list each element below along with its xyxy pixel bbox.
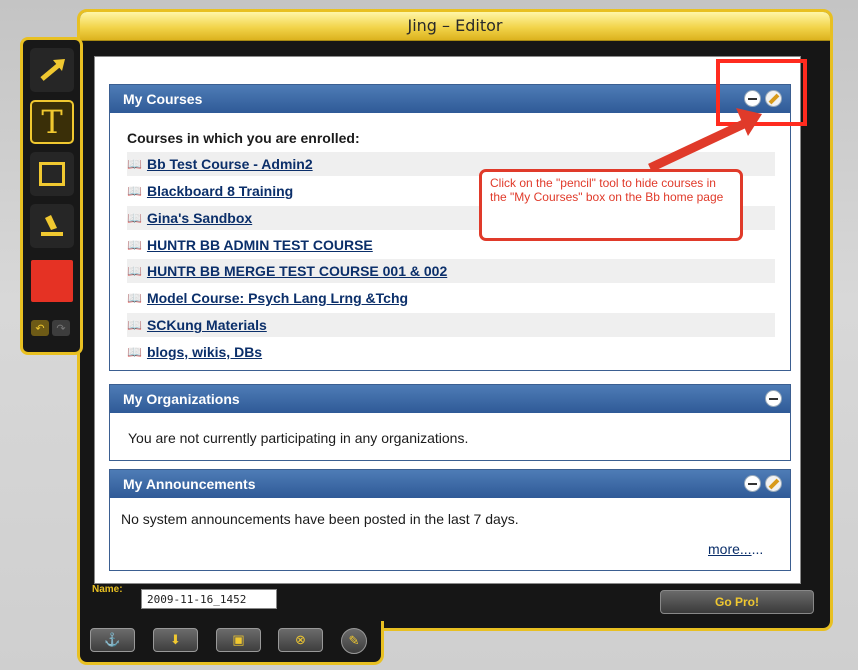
course-item[interactable]: 📖 HUNTR BB MERGE TEST COURSE 001 & 002 xyxy=(127,259,775,283)
copy-icon: ▣ xyxy=(232,632,245,647)
course-item[interactable]: 📖 Model Course: Psych Lang Lrng &Tchg xyxy=(127,286,775,310)
module-title: My Organizations xyxy=(123,391,240,407)
undo-icon[interactable]: ↶ xyxy=(31,320,49,336)
book-icon: 📖 xyxy=(127,345,142,359)
courses-subtitle: Courses in which you are enrolled: xyxy=(127,130,360,146)
course-link[interactable]: Blackboard 8 Training xyxy=(147,183,293,199)
organizations-message: You are not currently participating in a… xyxy=(128,430,469,446)
wrench-icon: ✎ xyxy=(348,633,360,648)
highlighter-icon xyxy=(41,215,63,236)
my-organizations-module: My Organizations xyxy=(109,384,791,461)
arrow-tool-button[interactable] xyxy=(30,48,74,92)
rectangle-icon xyxy=(39,162,65,186)
cancel-button[interactable]: ⊗ xyxy=(278,628,323,652)
pencil-icon[interactable] xyxy=(765,475,782,492)
title-bar[interactable]: Jing – Editor xyxy=(80,12,830,41)
share-button[interactable]: ⚓ xyxy=(90,628,135,652)
book-icon: 📖 xyxy=(127,291,142,305)
copy-button[interactable]: ▣ xyxy=(216,628,261,652)
customize-button[interactable]: ✎ xyxy=(341,628,367,654)
book-icon: 📖 xyxy=(127,264,142,278)
tool-palette: T ↶ ↷ xyxy=(20,37,83,355)
course-link[interactable]: Gina's Sandbox xyxy=(147,210,252,226)
book-icon: 📖 xyxy=(127,211,142,225)
book-icon: 📖 xyxy=(127,318,142,332)
course-link[interactable]: HUNTR BB ADMIN TEST COURSE xyxy=(147,237,373,253)
more-suffix: ... xyxy=(751,541,764,557)
book-icon: 📖 xyxy=(127,184,142,198)
share-icon: ⚓ xyxy=(104,632,121,647)
book-icon: 📖 xyxy=(127,238,142,252)
course-item[interactable]: 📖 SCKung Materials xyxy=(127,313,775,337)
name-label: Name: xyxy=(92,584,123,595)
text-tool-button[interactable]: T xyxy=(30,100,74,144)
course-item[interactable]: 📖 blogs, wikis, DBs xyxy=(127,340,775,364)
name-field[interactable]: 2009-11-16_1452 xyxy=(141,589,277,609)
highlighter-tool-button[interactable] xyxy=(30,204,74,248)
callout-arrow-icon xyxy=(648,108,762,173)
annotation-callout: Click on the "pencil" tool to hide cours… xyxy=(479,169,743,241)
course-link[interactable]: blogs, wikis, DBs xyxy=(147,344,262,360)
course-link[interactable]: SCKung Materials xyxy=(147,317,267,333)
collapse-icon[interactable] xyxy=(765,390,782,407)
module-title: My Courses xyxy=(123,91,203,107)
arrow-icon xyxy=(40,59,65,81)
collapse-icon[interactable] xyxy=(744,475,761,492)
book-icon: 📖 xyxy=(127,157,142,171)
announcements-message: No system announcements have been posted… xyxy=(121,511,519,527)
module-title: My Announcements xyxy=(123,476,256,492)
more-link[interactable]: more...... xyxy=(708,541,763,557)
save-icon: ⬇ xyxy=(170,632,181,647)
save-button[interactable]: ⬇ xyxy=(153,628,198,652)
course-link[interactable]: Bb Test Course - Admin2 xyxy=(147,156,313,172)
my-organizations-header: My Organizations xyxy=(110,385,790,413)
window-title: Jing – Editor xyxy=(407,16,503,35)
course-link[interactable]: Model Course: Psych Lang Lrng &Tchg xyxy=(147,290,408,306)
text-icon: T xyxy=(41,103,63,141)
redo-icon[interactable]: ↷ xyxy=(52,320,70,336)
rectangle-tool-button[interactable] xyxy=(30,152,74,196)
cancel-icon: ⊗ xyxy=(295,632,306,647)
my-announcements-header: My Announcements xyxy=(110,470,790,498)
color-swatch[interactable] xyxy=(31,260,73,302)
course-link[interactable]: HUNTR BB MERGE TEST COURSE 001 & 002 xyxy=(147,263,447,279)
more-link-text[interactable]: more... xyxy=(708,541,752,557)
go-pro-button[interactable]: Go Pro! xyxy=(660,590,814,614)
